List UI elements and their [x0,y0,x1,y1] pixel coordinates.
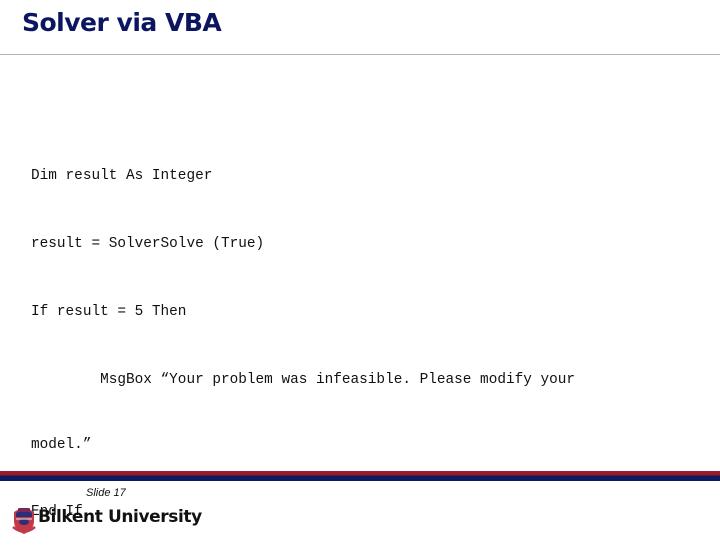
footer-stripe-blue [0,476,720,481]
institution-name: Bilkent University [38,507,202,527]
code-line: result = SolverSolve (True) [31,235,265,252]
title-divider [0,54,720,55]
slide-number: Slide 17 [86,487,126,499]
university-crest-icon [12,508,36,534]
slide-title: Solver via VBA [22,8,222,37]
code-line: MsgBox “Your problem was infeasible. Ple… [31,371,576,388]
code-line: If result = 5 Then [31,304,187,321]
code-block: Dim result As Integer result = SolverSol… [31,119,671,547]
code-line: model.” [31,437,92,454]
code-line: Dim result As Integer [31,167,213,184]
